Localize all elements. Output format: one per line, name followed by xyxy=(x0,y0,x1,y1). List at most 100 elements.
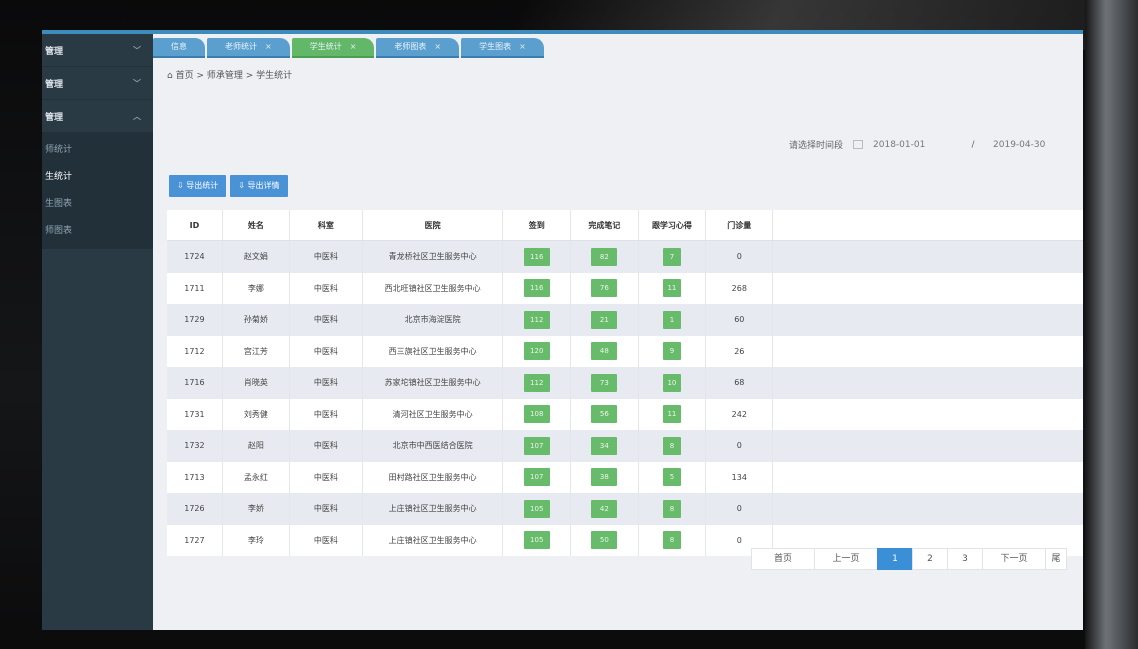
cell-name: 孟永红 xyxy=(222,461,290,493)
date-separator: / xyxy=(971,139,975,150)
column-header[interactable]: 门诊量 xyxy=(705,210,774,241)
start-date-input[interactable]: 2018-01-01 xyxy=(873,140,953,150)
tab-teacher-stats[interactable]: 老师统计 × xyxy=(207,38,290,58)
cell-id: 1724 xyxy=(167,240,223,273)
column-header[interactable]: 科室 xyxy=(289,210,363,241)
column-header[interactable]: 完成笔记 xyxy=(570,210,639,241)
tab-label: 老师统计 xyxy=(225,42,257,51)
monitor-edge xyxy=(1085,0,1138,649)
cell-checkin: 112 xyxy=(502,304,572,336)
table-header-row: ID 姓名 科室 医院 签到 完成笔记 跟学习心得 门诊量 xyxy=(167,210,1083,241)
value-badge: 10 xyxy=(662,373,681,392)
sidebar-group-label: 管理 xyxy=(45,112,64,123)
cell-dept: 中医科 xyxy=(289,335,363,367)
export-stats-button[interactable]: ⇩ 导出统计 xyxy=(169,175,227,197)
cell-dept: 中医科 xyxy=(289,524,363,556)
tab-info[interactable]: 信息 xyxy=(153,38,205,58)
cell-dept: 中医科 xyxy=(289,430,363,462)
export-detail-button[interactable]: ⇩ 导出详情 xyxy=(230,175,288,197)
sidebar-group-3[interactable]: 管理 ︿ xyxy=(42,100,153,133)
sidebar-item-student-charts[interactable]: 生图表 xyxy=(42,191,153,218)
cell-checkin: 105 xyxy=(502,524,572,556)
sidebar-group-1[interactable]: 管理 ﹀ xyxy=(42,34,153,67)
cell-visits: 268 xyxy=(705,272,774,304)
chevron-down-icon: ﹀ xyxy=(133,78,141,88)
sidebar-submenu: 师统计 生统计 生图表 师图表 xyxy=(42,133,153,249)
breadcrumb-text: 首页 > 师承管理 > 学生统计 xyxy=(175,71,293,81)
cell-hospital: 苏家坨镇社区卫生服务中心 xyxy=(362,367,504,399)
sidebar-item-student-stats[interactable]: 生统计 xyxy=(42,164,153,191)
cell-name: 李娇 xyxy=(222,493,290,525)
sidebar-group-2[interactable]: 管理 ﹀ xyxy=(42,67,153,100)
cell-name: 李玲 xyxy=(222,524,290,556)
tab-student-stats[interactable]: 学生统计 × xyxy=(291,38,375,58)
prev-page-button[interactable]: 上一页 xyxy=(814,548,878,570)
row-filler xyxy=(772,240,1083,273)
column-header[interactable]: ID xyxy=(167,210,223,241)
value-badge: 116 xyxy=(523,279,550,298)
cell-visits: 60 xyxy=(705,304,774,336)
cell-checkin: 107 xyxy=(502,461,572,493)
cell-checkin: 120 xyxy=(502,335,572,367)
cell-visits: 0 xyxy=(705,240,774,273)
cell-insights: 10 xyxy=(638,367,707,399)
value-badge: 105 xyxy=(523,531,550,550)
column-header[interactable]: 签到 xyxy=(502,210,572,241)
table-row: 1716 肖晓英 中医科 苏家坨镇社区卫生服务中心 112 73 10 68 xyxy=(167,367,1083,399)
breadcrumb: ⌂ 首页 > 师承管理 > 学生统计 xyxy=(167,68,292,81)
cell-id: 1729 xyxy=(167,304,223,336)
first-page-button[interactable]: 首页 xyxy=(751,548,815,570)
cell-id: 1726 xyxy=(167,493,223,525)
sidebar-item-teacher-charts[interactable]: 师图表 xyxy=(42,218,153,245)
cell-name: 李娜 xyxy=(222,272,290,304)
value-badge: 56 xyxy=(591,405,618,424)
cell-id: 1712 xyxy=(167,335,223,367)
page-3-button[interactable]: 3 xyxy=(947,548,983,570)
cell-notes: 76 xyxy=(570,272,639,304)
close-icon[interactable]: × xyxy=(519,42,526,51)
column-header[interactable]: 医院 xyxy=(362,210,504,241)
cell-insights: 8 xyxy=(638,430,707,462)
cell-dept: 中医科 xyxy=(289,461,363,493)
tab-teacher-charts[interactable]: 老师图表 × xyxy=(376,38,460,58)
download-icon: ⇩ xyxy=(238,181,245,190)
end-date-input[interactable]: 2019-04-30 xyxy=(993,140,1073,150)
cell-insights: 5 xyxy=(638,461,707,493)
sidebar-group-label: 管理 xyxy=(45,79,64,90)
next-page-button[interactable]: 下一页 xyxy=(982,548,1046,570)
tab-student-charts[interactable]: 学生图表 × xyxy=(461,38,544,58)
app-window: 管理 ﹀ 管理 ﹀ 管理 ︿ 师统计 生统计 生图表 师图表 信息 老师统计 × … xyxy=(42,30,1083,630)
cell-insights: 7 xyxy=(638,240,707,273)
cell-checkin: 107 xyxy=(502,430,572,462)
cell-insights: 9 xyxy=(638,335,707,367)
cell-id: 1727 xyxy=(167,524,223,556)
page-1-button[interactable]: 1 xyxy=(877,548,913,570)
page-2-button[interactable]: 2 xyxy=(912,548,948,570)
date-filter-label: 请选择时间段 xyxy=(789,141,844,151)
download-icon: ⇩ xyxy=(177,181,184,190)
sidebar-item-teacher-stats[interactable]: 师统计 xyxy=(42,137,153,164)
cell-hospital: 田村路社区卫生服务中心 xyxy=(362,461,504,493)
value-badge: 5 xyxy=(662,468,681,487)
tab-label: 学生统计 xyxy=(309,42,342,51)
cell-hospital: 清河社区卫生服务中心 xyxy=(362,398,504,430)
last-page-button[interactable]: 尾 xyxy=(1045,548,1067,570)
cell-dept: 中医科 xyxy=(289,493,363,525)
close-icon[interactable]: × xyxy=(350,42,357,51)
cell-checkin: 108 xyxy=(502,398,572,430)
button-label: 导出统计 xyxy=(186,181,219,190)
cell-checkin: 116 xyxy=(502,240,572,273)
cell-hospital: 西北旺镇社区卫生服务中心 xyxy=(362,272,504,304)
cell-name: 肖晓英 xyxy=(222,367,290,399)
pagination: 首页 上一页 1 2 3 下一页 尾 xyxy=(751,548,1067,570)
cell-insights: 8 xyxy=(638,493,707,525)
close-icon[interactable]: × xyxy=(434,42,441,51)
stats-table-container: ID 姓名 科室 医院 签到 完成笔记 跟学习心得 门诊量 1724 赵文娟 中医科… xyxy=(167,210,1083,556)
close-icon[interactable]: × xyxy=(265,42,272,51)
stats-table: ID 姓名 科室 医院 签到 完成笔记 跟学习心得 门诊量 1724 赵文娟 中医科… xyxy=(167,210,1083,556)
column-header[interactable]: 姓名 xyxy=(222,210,290,241)
column-header[interactable]: 跟学习心得 xyxy=(638,210,707,241)
home-icon: ⌂ xyxy=(167,71,173,81)
value-badge: 73 xyxy=(591,373,618,392)
value-badge: 7 xyxy=(662,247,681,266)
